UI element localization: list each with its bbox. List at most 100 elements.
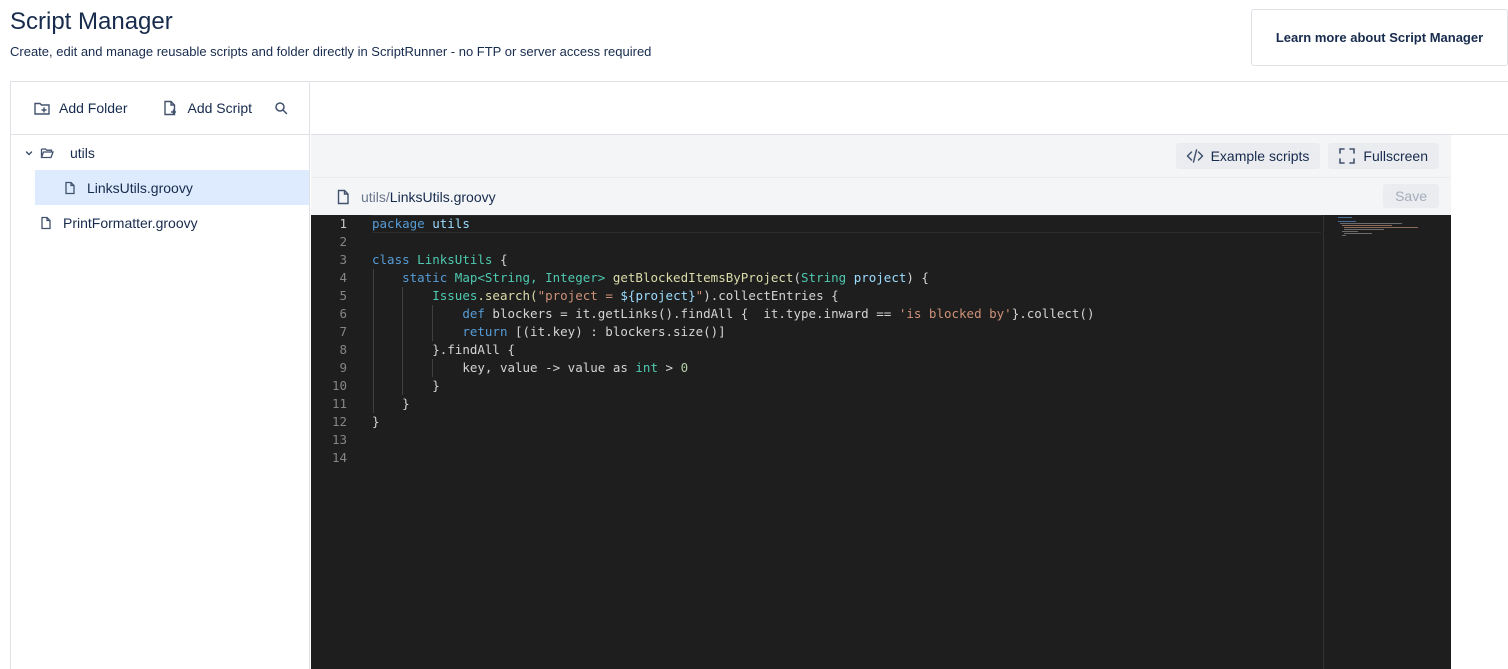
code-token: }.collect() <box>1011 306 1095 321</box>
code-token: Issues <box>432 288 478 303</box>
code-token: .search( <box>477 288 538 303</box>
tree-folder-utils[interactable]: utils <box>11 135 309 170</box>
code-token: "project = <box>537 288 621 303</box>
code-token: ${project} <box>620 288 696 303</box>
file-path-header: utils / LinksUtils.groovy Save <box>311 177 1451 215</box>
code-line: } <box>372 413 1321 431</box>
code-token: > <box>657 360 681 375</box>
code-token: getBlockedItemsByProject <box>612 270 794 285</box>
line-number: 7 <box>339 324 347 339</box>
script-manager-container: Add Folder Add Script utils LinksUtils.g… <box>10 81 1508 669</box>
code-line: static Map<String, Integer> getBlockedIt… <box>372 269 1321 287</box>
line-number: 11 <box>331 396 347 411</box>
editor-actions: Example scripts Fullscreen <box>311 135 1451 177</box>
code-token: def <box>462 306 485 321</box>
search-button[interactable] <box>274 101 288 115</box>
code-token: String <box>801 270 847 285</box>
code-token: 0 <box>680 360 689 375</box>
code-token: ( <box>793 270 801 285</box>
tree-file-printformatter[interactable]: PrintFormatter.groovy <box>11 205 309 240</box>
folder-plus-icon <box>34 102 50 115</box>
line-number-gutter: 1 2 3 4 5 6 7 8 9 10 11 12 13 14 <box>311 215 355 467</box>
code-token: project <box>853 270 907 285</box>
line-number: 4 <box>339 270 347 285</box>
code-editor[interactable]: 1 2 3 4 5 6 7 8 9 10 11 12 13 14 package <box>311 215 1451 669</box>
editor-panel: Example scripts Fullscreen utils / Links… <box>311 135 1451 669</box>
code-line: Issues.search("project = ${project}").co… <box>372 287 1321 305</box>
fullscreen-label: Fullscreen <box>1363 148 1428 164</box>
folder-open-icon <box>40 147 54 158</box>
example-scripts-button[interactable]: Example scripts <box>1175 143 1321 169</box>
line-number: 1 <box>339 216 347 231</box>
search-icon <box>275 102 288 115</box>
file-tree: utils LinksUtils.groovy PrintFormatter.g… <box>11 135 309 240</box>
code-token: blockers = it.getLinks().findAll { it.ty… <box>484 306 899 321</box>
code-token: } <box>432 378 440 393</box>
sidebar: Add Folder Add Script utils LinksUtils.g… <box>11 82 310 669</box>
page-subtitle: Create, edit and manage reusable scripts… <box>10 44 652 59</box>
file-path-filename: LinksUtils.groovy <box>389 188 496 205</box>
add-folder-button[interactable]: Add Folder <box>31 93 129 123</box>
code-token: class <box>372 252 410 267</box>
code-line: } <box>372 395 1321 413</box>
learn-more-button[interactable]: Learn more about Script Manager <box>1251 9 1508 66</box>
line-number: 13 <box>331 432 347 447</box>
line-number: 9 <box>339 360 347 375</box>
code-token: LinksUtils <box>417 252 493 267</box>
page-title: Script Manager <box>10 8 173 35</box>
tree-file-linksutils[interactable]: LinksUtils.groovy <box>35 170 309 205</box>
line-number: 8 <box>339 342 347 357</box>
code-token: int <box>635 360 658 375</box>
fullscreen-icon <box>1339 148 1356 164</box>
code-token: { <box>492 252 508 267</box>
code-token: key, value -> value as <box>462 360 636 375</box>
add-folder-label: Add Folder <box>59 100 128 116</box>
file-icon <box>65 181 75 194</box>
line-number: 2 <box>339 234 347 249</box>
tree-file-label: PrintFormatter.groovy <box>63 214 198 231</box>
add-script-label: Add Script <box>187 100 253 116</box>
code-token: return <box>462 324 508 339</box>
code-lines: package utils class LinksUtils { static … <box>372 215 1321 467</box>
code-line: key, value -> value as int > 0 <box>372 359 1321 377</box>
code-token: }.findAll { <box>432 342 516 357</box>
file-icon <box>337 189 349 204</box>
fullscreen-button[interactable]: Fullscreen <box>1328 143 1439 169</box>
code-line: package utils <box>372 215 1321 233</box>
save-button[interactable]: Save <box>1383 184 1439 208</box>
code-line: return [(it.key) : blockers.size()] <box>372 323 1321 341</box>
main-topbar <box>311 82 1508 135</box>
code-line: }.findAll { <box>372 341 1321 359</box>
code-token: Map<String, Integer> <box>454 270 606 285</box>
line-number: 10 <box>331 378 347 393</box>
chevron-down-icon[interactable] <box>24 148 34 158</box>
code-token: [(it.key) : blockers.size()] <box>507 324 726 339</box>
code-token: } <box>372 414 380 429</box>
code-token: package <box>372 216 425 231</box>
example-scripts-label: Example scripts <box>1210 148 1310 164</box>
tree-file-label: LinksUtils.groovy <box>87 179 193 196</box>
tree-folder-label: utils <box>70 144 95 161</box>
line-number: 12 <box>331 414 347 429</box>
file-plus-icon <box>164 100 177 116</box>
code-token: ) { <box>906 270 929 285</box>
line-number: 3 <box>339 252 347 267</box>
file-icon <box>41 216 51 229</box>
line-number: 6 <box>339 306 347 321</box>
main-area: Example scripts Fullscreen utils / Links… <box>311 82 1508 669</box>
code-token: static <box>402 270 448 285</box>
code-line: } <box>372 377 1321 395</box>
code-line: def blockers = it.getLinks().findAll { i… <box>372 305 1321 323</box>
file-path-dir[interactable]: utils <box>361 189 386 205</box>
code-icon <box>1186 149 1203 163</box>
code-token: } <box>402 396 410 411</box>
code-token: utils <box>432 216 470 231</box>
code-minimap[interactable] <box>1323 215 1451 669</box>
code-token: 'is blocked by' <box>898 306 1012 321</box>
line-number: 5 <box>339 288 347 303</box>
line-number: 14 <box>331 450 347 465</box>
code-line: class LinksUtils { <box>372 251 1321 269</box>
add-script-button[interactable]: Add Script <box>159 93 254 123</box>
code-token: ).collectEntries { <box>703 288 839 303</box>
